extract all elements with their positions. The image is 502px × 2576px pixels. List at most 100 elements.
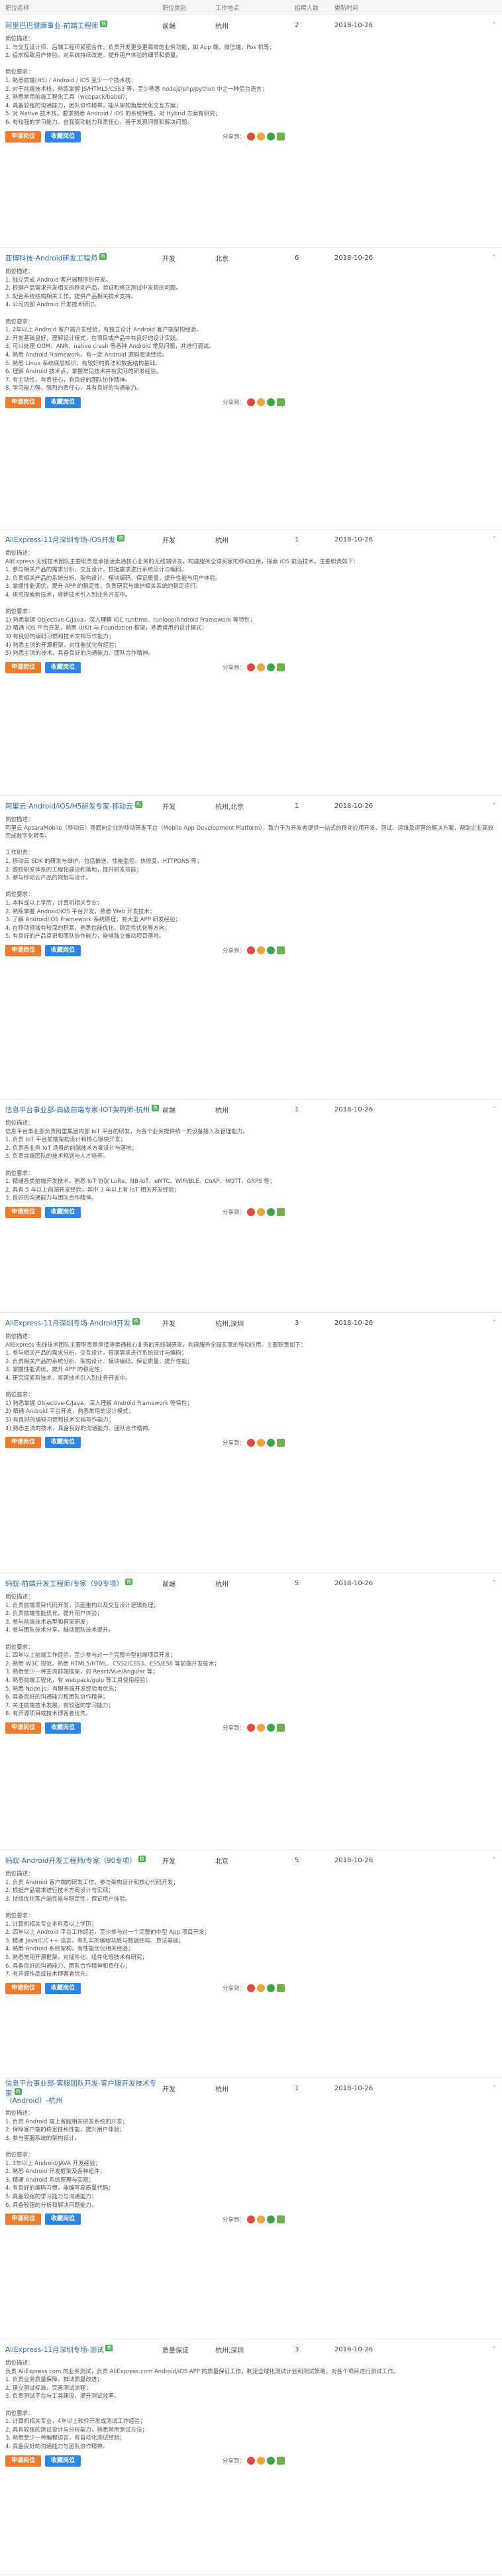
favorite-button[interactable]: 收藏岗位 — [45, 661, 81, 673]
favorite-button[interactable]: 收藏岗位 — [45, 131, 81, 142]
qzone-icon[interactable] — [257, 1208, 265, 1217]
apply-button[interactable]: 申请岗位 — [5, 131, 42, 142]
job-row[interactable]: 亚博科技-Android研发工程师热 开发 北京 6 2018-10-26 ⌃ — [5, 252, 497, 264]
qzone-icon[interactable] — [257, 1438, 265, 1447]
favorite-button[interactable]: 收藏岗位 — [45, 944, 81, 956]
douban-icon[interactable] — [277, 1438, 285, 1447]
job-title[interactable]: 蚂蚁-前端开发工程师/专家（90专项） — [5, 1580, 123, 1588]
douban-icon[interactable] — [277, 663, 285, 672]
weibo-icon[interactable] — [247, 663, 255, 672]
favorite-button[interactable]: 收藏岗位 — [45, 1437, 81, 1449]
collapse-chevron-icon[interactable]: ⌃ — [477, 2085, 497, 2092]
collapse-chevron-icon[interactable]: ⌃ — [477, 803, 497, 809]
wechat-icon[interactable] — [267, 2215, 275, 2223]
douban-icon[interactable] — [277, 1208, 285, 1217]
job-title[interactable]: 信息平台事业部-客服团队开发-客户服开发技术专家 — [5, 2080, 156, 2098]
job-actions: 申请岗位 收藏岗位 分享到： — [5, 396, 497, 408]
qzone-icon[interactable] — [257, 1984, 265, 1993]
job-title[interactable]: AliExpress-11月深圳专场-iOS开发 — [5, 536, 115, 544]
wechat-icon[interactable] — [267, 663, 275, 672]
wechat-icon[interactable] — [267, 1984, 275, 1993]
job-title[interactable]: 信息平台事业部-高级前端专家-IOT架构师-杭州 — [5, 1106, 150, 1114]
job-category: 质量保证 — [162, 2347, 189, 2355]
weibo-icon[interactable] — [247, 1438, 255, 1447]
douban-icon[interactable] — [277, 1724, 285, 1732]
wechat-icon[interactable] — [267, 1438, 275, 1447]
apply-button[interactable]: 申请岗位 — [5, 2455, 42, 2467]
job-date: 2018-10-26 — [334, 802, 374, 810]
weibo-icon[interactable] — [247, 1724, 255, 1732]
wechat-icon[interactable] — [267, 398, 275, 407]
douban-icon[interactable] — [277, 946, 285, 955]
job-item: 信息平台事业部-客服团队开发-客户服开发技术专家热 开发 杭州 1 2018-1… — [0, 2078, 502, 2339]
favorite-button[interactable]: 收藏岗位 — [45, 2213, 81, 2225]
douban-icon[interactable] — [277, 133, 285, 141]
job-item: 蚂蚁-前端开发工程师/专家（90专项）热 前端 杭州 5 2018-10-26 … — [0, 1573, 502, 1850]
weibo-icon[interactable] — [247, 133, 255, 141]
wechat-icon[interactable] — [267, 1724, 275, 1732]
qzone-icon[interactable] — [257, 2457, 265, 2465]
weibo-icon[interactable] — [247, 1208, 255, 1217]
job-title[interactable]: 亚博科技-Android研发工程师 — [5, 254, 97, 262]
job-row[interactable]: 阿里巴巴健康事业-前端工程师热 前端 杭州 2 2018-10-26 ⌃ — [5, 19, 497, 31]
share-group: 分享到： — [223, 2457, 285, 2465]
apply-button[interactable]: 申请岗位 — [5, 944, 42, 956]
douban-icon[interactable] — [277, 2457, 285, 2465]
douban-icon[interactable] — [277, 398, 285, 407]
job-row[interactable]: 蚂蚁-前端开发工程师/专家（90专项）热 前端 杭州 5 2018-10-26 … — [5, 1577, 497, 1589]
collapse-chevron-icon[interactable]: ⌃ — [477, 1580, 497, 1587]
wechat-icon[interactable] — [267, 133, 275, 141]
job-description: 岗位描述： 1. 负责 Android 端上客服相关研发系统的开发； 2. 保障… — [5, 2110, 128, 2209]
header-name: 职位名称 — [5, 5, 30, 12]
favorite-button[interactable]: 收藏岗位 — [45, 1206, 81, 1218]
douban-icon[interactable] — [277, 1984, 285, 1993]
weibo-icon[interactable] — [247, 946, 255, 955]
job-title[interactable]: AliExpress-11月深圳专场-Android开发 — [5, 1319, 130, 1327]
apply-button[interactable]: 申请岗位 — [5, 661, 42, 673]
weibo-icon[interactable] — [247, 398, 255, 407]
weibo-icon[interactable] — [247, 2215, 255, 2223]
collapse-chevron-icon[interactable]: ⌃ — [477, 536, 497, 543]
collapse-chevron-icon[interactable]: ⌃ — [477, 22, 497, 28]
apply-button[interactable]: 申请岗位 — [5, 1982, 42, 1994]
apply-button[interactable]: 申请岗位 — [5, 1206, 42, 1218]
collapse-chevron-icon[interactable]: ⌃ — [477, 2346, 497, 2353]
job-row[interactable]: 信息平台事业部-高级前端专家-IOT架构师-杭州热 前端 杭州 1 2018-1… — [5, 1103, 497, 1115]
collapse-chevron-icon[interactable]: ⌃ — [477, 1857, 497, 1864]
weibo-icon[interactable] — [247, 1984, 255, 1993]
apply-button[interactable]: 申请岗位 — [5, 1722, 42, 1734]
apply-button[interactable]: 申请岗位 — [5, 2213, 42, 2225]
qzone-icon[interactable] — [257, 133, 265, 141]
weibo-icon[interactable] — [247, 2457, 255, 2465]
collapse-chevron-icon[interactable]: ⌃ — [477, 254, 497, 261]
job-title[interactable]: AliExpress-11月深圳专场-测试 — [5, 2346, 103, 2354]
qzone-icon[interactable] — [257, 398, 265, 407]
qzone-icon[interactable] — [257, 663, 265, 672]
qzone-icon[interactable] — [257, 1724, 265, 1732]
wechat-icon[interactable] — [267, 946, 275, 955]
apply-button[interactable]: 申请岗位 — [5, 1437, 42, 1449]
favorite-button[interactable]: 收藏岗位 — [45, 1722, 81, 1734]
job-row[interactable]: AliExpress-11月深圳专场-Android开发热 开发 杭州,深圳 3… — [5, 1317, 497, 1329]
job-count: 5 — [295, 1579, 299, 1587]
job-row[interactable]: 阿里云-Android/iOS/H5研发专家-移动云热 开发 杭州,北京 1 2… — [5, 800, 497, 812]
favorite-button[interactable]: 收藏岗位 — [45, 2455, 81, 2467]
job-row[interactable]: 蚂蚁-Android开发工程师/专家（90专项）热 开发 北京 5 2018-1… — [5, 1854, 497, 1866]
apply-button[interactable]: 申请岗位 — [5, 396, 42, 408]
job-row[interactable]: AliExpress-11月深圳专场-iOS开发热 开发 杭州 1 2018-1… — [5, 533, 497, 545]
job-row[interactable]: AliExpress-11月深圳专场-测试热 质量保证 杭州,深圳 3 2018… — [5, 2343, 497, 2355]
qzone-icon[interactable] — [257, 946, 265, 955]
wechat-icon[interactable] — [267, 2457, 275, 2465]
collapse-chevron-icon[interactable]: ⌃ — [477, 1106, 497, 1113]
favorite-button[interactable]: 收藏岗位 — [45, 396, 81, 408]
job-title[interactable]: 阿里巴巴健康事业-前端工程师 — [5, 22, 98, 30]
job-title[interactable]: 蚂蚁-Android开发工程师/专家（90专项） — [5, 1857, 136, 1865]
header-count: 招聘人数 — [295, 5, 319, 12]
douban-icon[interactable] — [277, 2215, 285, 2223]
favorite-button[interactable]: 收藏岗位 — [45, 1982, 81, 1994]
wechat-icon[interactable] — [267, 1208, 275, 1217]
job-row[interactable]: 信息平台事业部-客服团队开发-客户服开发技术专家热 开发 杭州 1 2018-1… — [5, 2080, 497, 2098]
job-title[interactable]: 阿里云-Android/iOS/H5研发专家-移动云 — [5, 803, 133, 811]
qzone-icon[interactable] — [257, 2215, 265, 2223]
collapse-chevron-icon[interactable]: ⌃ — [477, 1319, 497, 1326]
